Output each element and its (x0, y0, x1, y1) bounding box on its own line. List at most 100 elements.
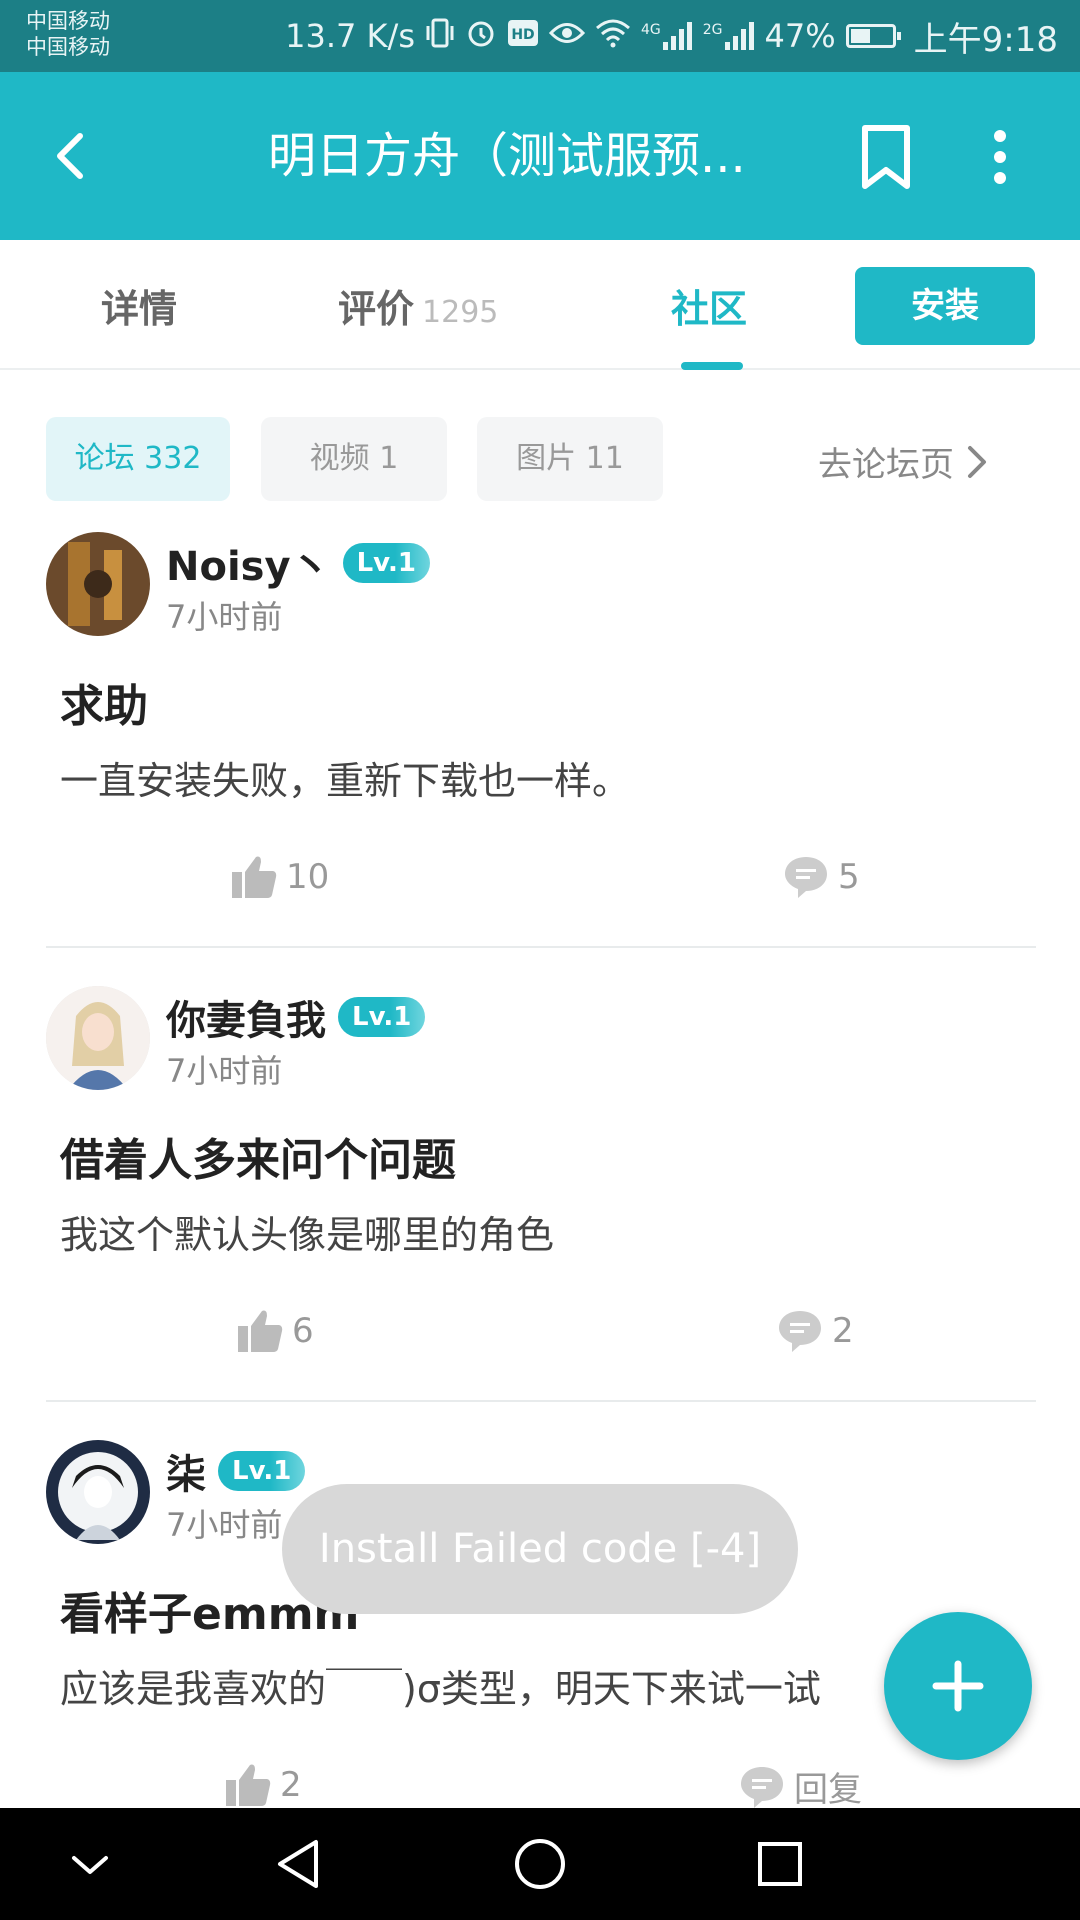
level-badge: Lv.1 (342, 543, 430, 583)
avatar[interactable] (46, 986, 150, 1090)
go-to-forum-label: 去论坛页 (818, 445, 954, 485)
nav-back-icon (278, 1840, 318, 1888)
comment-icon (779, 1311, 821, 1352)
install-button[interactable]: 安装 (855, 267, 1035, 345)
chip-video[interactable]: 视频 1 (261, 417, 447, 501)
thumbs-up-icon (232, 856, 277, 898)
chip-video-label: 视频 (309, 441, 370, 476)
go-to-forum-link[interactable]: 去论坛页 (818, 437, 990, 486)
wifi-icon (595, 18, 631, 55)
username[interactable]: 你妻負我 Lv.1 (166, 988, 426, 1046)
status-bar: 中国移动 中国移动 13.7 K/s HD 4G 2G 47% 上午9:18 (0, 0, 1080, 72)
reply-button[interactable]: 5 (782, 854, 860, 900)
carrier-labels: 中国移动 中国移动 (26, 8, 110, 60)
thumbs-up-icon (238, 1310, 283, 1352)
username[interactable]: Noisy丶 Lv.1 (166, 534, 430, 592)
like-button[interactable]: 2 (224, 1762, 302, 1808)
reply-count: 5 (838, 857, 860, 897)
nav-back-button[interactable] (270, 1834, 330, 1894)
chip-forum-count: 332 (144, 441, 202, 476)
divider (46, 1400, 1036, 1402)
chip-images-count: 11 (585, 441, 624, 476)
chip-forum-label: 论坛 (74, 441, 135, 476)
new-post-button[interactable] (884, 1612, 1032, 1760)
page-title: 明日方舟（测试服预... (268, 128, 746, 184)
more-vert-icon (994, 130, 1006, 184)
chip-forum[interactable]: 论坛 332 (46, 417, 230, 501)
tab-reviews-label: 评价 (338, 287, 415, 331)
battery-percent: 47% (764, 17, 836, 55)
bookmark-icon (862, 125, 910, 189)
back-button[interactable] (40, 124, 104, 188)
eye-icon (548, 20, 586, 53)
nav-home-button[interactable] (510, 1834, 570, 1894)
username-text: Noisy丶 (166, 544, 331, 590)
chip-video-count: 1 (379, 441, 399, 476)
svg-text:HD: HD (511, 27, 534, 43)
post-card[interactable]: 你妻負我 Lv.1 7小时前 借着人多来问个问题 我这个默认头像是哪里的角色 6… (0, 986, 1080, 1406)
plus-icon (932, 1660, 984, 1712)
app-bar: 明日方舟（测试服预... (0, 72, 1080, 240)
signal-4g-icon: 4G (641, 22, 693, 50)
like-count: 10 (286, 857, 330, 897)
bookmark-button[interactable] (856, 122, 916, 192)
signal-2g-icon: 2G (703, 22, 755, 50)
username-text: 你妻負我 (166, 998, 326, 1044)
avatar[interactable] (46, 1440, 150, 1544)
post-body: 应该是我喜欢的￣￣)σ类型，明天下来试一试 (60, 1667, 821, 1711)
thumbs-up-icon (226, 1764, 271, 1806)
avatar[interactable] (46, 532, 150, 636)
battery-icon (845, 24, 901, 48)
chevron-right-icon (968, 445, 986, 478)
nav-down-icon (72, 1856, 108, 1874)
reply-label: 回复 (794, 1770, 862, 1808)
tab-details-label: 详情 (101, 287, 178, 331)
tab-indicator (681, 362, 743, 370)
back-icon (57, 133, 83, 179)
tab-details[interactable]: 详情 (101, 278, 177, 333)
divider (46, 946, 1036, 948)
comment-icon (785, 857, 827, 898)
nav-home-icon (515, 1839, 565, 1889)
nav-down-button[interactable] (60, 1834, 120, 1894)
hd-icon: HD (507, 18, 539, 55)
nav-recents-button[interactable] (750, 1834, 810, 1894)
like-count: 2 (280, 1765, 302, 1805)
level-badge: Lv.1 (338, 997, 426, 1037)
post-body: 我这个默认头像是哪里的角色 (60, 1213, 555, 1257)
toast-message: Install Failed code [-4] (282, 1484, 798, 1614)
tab-reviews-count: 1295 (422, 295, 499, 330)
like-button[interactable]: 10 (230, 854, 329, 900)
comment-icon (741, 1766, 783, 1808)
alarm-icon (465, 17, 497, 56)
clock: 上午9:18 (913, 19, 1058, 60)
system-nav-bar (0, 1808, 1080, 1920)
net-type-2: 2G (702, 22, 723, 38)
tab-community[interactable]: 社区 (671, 278, 747, 333)
more-button[interactable] (970, 122, 1030, 192)
level-badge: Lv.1 (218, 1451, 306, 1491)
reply-count: 2 (832, 1311, 854, 1351)
post-body: 一直安装失败，重新下载也一样。 (60, 759, 631, 803)
post-title: 求助 (60, 681, 148, 732)
username[interactable]: 柒 Lv.1 (166, 1442, 306, 1500)
tab-reviews[interactable]: 评价 1295 (338, 278, 498, 333)
vibrate-icon (425, 17, 455, 56)
post-time: 7小时前 (166, 598, 283, 636)
like-button[interactable]: 6 (236, 1308, 314, 1354)
reply-button[interactable]: 回复 (738, 1762, 862, 1808)
post-title: 借着人多来问个问题 (60, 1135, 456, 1186)
username-text: 柒 (166, 1452, 206, 1498)
net-type-1: 4G (640, 22, 661, 38)
post-time: 7小时前 (166, 1052, 283, 1090)
carrier-1: 中国移动 (26, 9, 110, 33)
network-speed: 13.7 K/s (285, 17, 415, 55)
status-icons: 13.7 K/s HD 4G 2G 47% 上午9:18 (285, 14, 1058, 60)
nav-recents-icon (758, 1842, 802, 1886)
post-card[interactable]: Noisy丶 Lv.1 7小时前 求助 一直安装失败，重新下载也一样。 10 5 (0, 532, 1080, 952)
chip-images[interactable]: 图片 11 (477, 417, 663, 501)
reply-button[interactable]: 2 (776, 1308, 854, 1354)
tab-community-label: 社区 (671, 287, 748, 331)
chip-images-label: 图片 (516, 441, 577, 476)
post-time: 7小时前 (166, 1506, 283, 1544)
